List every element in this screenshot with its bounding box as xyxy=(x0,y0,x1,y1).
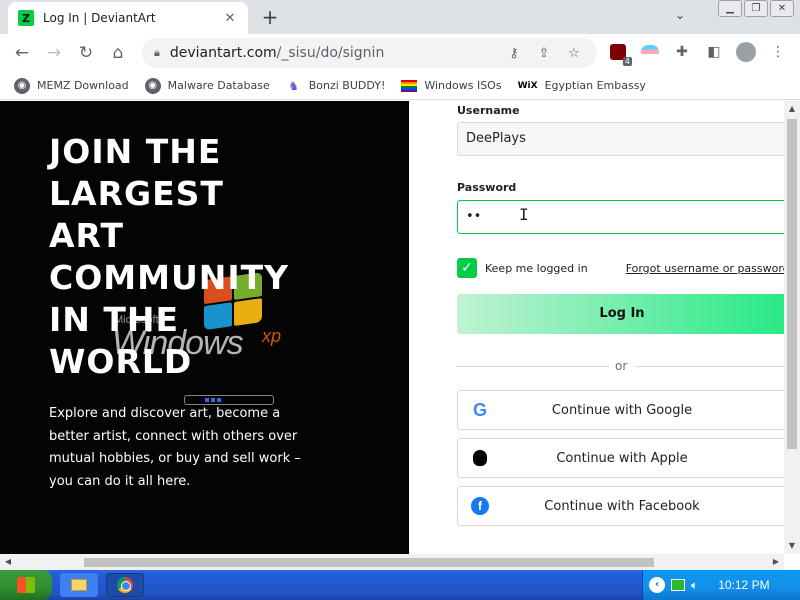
forgot-credentials-link[interactable]: Forgot username or password? xyxy=(626,262,796,275)
hero-panel: Microsoft Windows xp JOIN THE LARGEST AR… xyxy=(0,101,409,554)
google-button-label: Continue with Google xyxy=(551,402,693,418)
forward-button[interactable]: → xyxy=(38,37,70,69)
vertical-scrollbar[interactable]: ▲ ▼ xyxy=(784,101,800,554)
facebook-button-label: Continue with Facebook xyxy=(544,498,700,514)
system-tray: ‹ 🔈︎ 10:12 PM xyxy=(642,570,800,600)
home-button[interactable]: ⌂ xyxy=(102,37,134,69)
wix-icon: WiX xyxy=(517,80,538,91)
volume-icon[interactable]: 🔈︎ xyxy=(691,578,698,593)
browser-tab[interactable]: Z Log In | DeviantArt ✕ xyxy=(8,2,248,34)
tab-strip: Z Log In | DeviantArt ✕ + ⌄ ▁ ❐ ✕ xyxy=(0,0,800,34)
back-button[interactable]: ← xyxy=(6,37,38,69)
chrome-icon xyxy=(117,577,133,593)
windows-start-icon xyxy=(17,577,35,593)
url-path: /_sisu/do/signin xyxy=(276,45,385,61)
bookmark-label: Egyptian Embassy xyxy=(544,79,646,92)
divider-line xyxy=(635,366,787,367)
or-text: or xyxy=(615,359,628,373)
extensions-area: 4 ✚ ◧ ⋮ xyxy=(606,40,790,66)
address-bar[interactable]: 🔒︎ deviantart.com/_sisu/do/signin ⚷ ⇪ ☆ xyxy=(142,38,597,68)
scroll-left-arrow[interactable]: ◀ xyxy=(0,554,16,570)
bookmarks-bar: ◉ MEMZ Download ◉ Malware Database ♞ Bon… xyxy=(0,72,800,100)
close-window-button[interactable]: ✕ xyxy=(770,0,794,17)
continue-with-google-button[interactable]: G Continue with Google xyxy=(457,390,787,430)
menu-kebab-icon[interactable]: ⋮ xyxy=(766,40,790,64)
flag-extension-icon[interactable] xyxy=(638,40,662,64)
continue-with-facebook-button[interactable]: f Continue with Facebook xyxy=(457,486,787,526)
scroll-down-arrow[interactable]: ▼ xyxy=(784,538,800,554)
scroll-right-arrow[interactable]: ▶ xyxy=(768,554,784,570)
login-button[interactable]: Log In xyxy=(457,294,787,334)
bookmark-memz[interactable]: ◉ MEMZ Download xyxy=(14,77,129,94)
show-hidden-icons-icon[interactable]: ‹ xyxy=(649,577,665,593)
share-icon[interactable]: ⇪ xyxy=(533,46,555,61)
bookmark-star-icon[interactable]: ☆ xyxy=(563,46,585,61)
deviantart-icon: Z xyxy=(18,10,34,26)
lock-icon[interactable]: 🔒︎ xyxy=(154,46,160,60)
taskbar-explorer[interactable] xyxy=(60,573,98,597)
bookmark-bonzi-buddy[interactable]: ♞ Bonzi BUDDY! xyxy=(286,78,386,94)
tab-search-icon[interactable]: ⌄ xyxy=(670,8,690,26)
ublock-extension-icon[interactable]: 4 xyxy=(606,40,632,66)
scroll-up-arrow[interactable]: ▲ xyxy=(784,101,800,117)
text-cursor-icon: I xyxy=(519,205,529,224)
browser-toolbar: ← → ↻ ⌂ 🔒︎ deviantart.com/_sisu/do/signi… xyxy=(0,34,800,72)
window-controls: ▁ ❐ ✕ xyxy=(718,0,794,18)
bonzi-icon: ♞ xyxy=(288,78,300,93)
bookmark-label: MEMZ Download xyxy=(37,79,129,92)
taskbar-chrome[interactable] xyxy=(106,573,144,597)
extensions-puzzle-icon[interactable]: ✚ xyxy=(670,40,694,64)
bookmark-egyptian-embassy[interactable]: WiX Egyptian Embassy xyxy=(518,78,646,94)
extension-badge: 4 xyxy=(622,57,632,66)
horizontal-scrollbar[interactable]: ◀ ▶ xyxy=(0,554,784,570)
reload-button[interactable]: ↻ xyxy=(70,37,102,69)
new-tab-button[interactable]: + xyxy=(258,6,282,30)
side-panel-icon[interactable]: ◧ xyxy=(702,40,726,64)
continue-with-apple-button[interactable]: Continue with Apple xyxy=(457,438,787,478)
minimize-button[interactable]: ▁ xyxy=(718,0,742,17)
taskbar: ‹ 🔈︎ 10:12 PM xyxy=(0,570,800,600)
horizontal-scroll-thumb[interactable] xyxy=(84,558,654,567)
restore-button[interactable]: ❐ xyxy=(744,0,768,17)
hero-headline: JOIN THE LARGEST ART COMMUNITY IN THE WO… xyxy=(49,132,290,381)
vertical-scroll-thumb[interactable] xyxy=(787,119,797,449)
login-form: Username DeePlays Password •• ✓ Keep me … xyxy=(409,101,796,554)
username-label: Username xyxy=(457,104,520,117)
tab-title: Log In | DeviantArt xyxy=(43,11,156,25)
bookmark-label: Malware Database xyxy=(167,79,270,92)
bookmark-label: Bonzi BUDDY! xyxy=(308,79,386,92)
close-tab-icon[interactable]: ✕ xyxy=(222,11,238,26)
hero-subtext: Explore and discover art, become a bette… xyxy=(49,406,301,489)
apple-icon xyxy=(473,450,487,466)
or-divider: or xyxy=(457,359,787,373)
username-field[interactable]: DeePlays xyxy=(457,122,787,156)
bookmark-windows-isos[interactable]: Windows ISOs xyxy=(401,79,502,92)
globe-icon: ◉ xyxy=(14,77,30,94)
remember-row: ✓ Keep me logged in Forgot username or p… xyxy=(457,258,797,278)
clock[interactable]: 10:12 PM xyxy=(718,578,769,592)
apple-button-label: Continue with Apple xyxy=(556,450,688,466)
password-field[interactable]: •• xyxy=(457,200,787,234)
url-text: deviantart.com/_sisu/do/signin xyxy=(170,45,495,61)
key-icon[interactable]: ⚷ xyxy=(503,46,525,61)
facebook-icon: f xyxy=(471,497,489,515)
keep-logged-in-label: Keep me logged in xyxy=(485,261,588,275)
folder-icon xyxy=(71,579,87,591)
page-content: Microsoft Windows xp JOIN THE LARGEST AR… xyxy=(0,101,800,554)
profile-avatar[interactable] xyxy=(734,40,758,64)
rainbow-flag-icon xyxy=(401,79,418,92)
start-button[interactable] xyxy=(0,570,52,600)
globe-icon: ◉ xyxy=(144,77,161,94)
password-label: Password xyxy=(457,181,517,194)
network-icon[interactable] xyxy=(671,579,685,591)
bookmark-malware-database[interactable]: ◉ Malware Database xyxy=(144,77,270,94)
url-host: deviantart.com xyxy=(169,45,277,61)
keep-logged-in-checkbox[interactable]: ✓ xyxy=(457,258,477,278)
google-icon: G xyxy=(472,399,487,420)
divider-line xyxy=(457,366,609,367)
bookmark-label: Windows ISOs xyxy=(424,79,502,92)
